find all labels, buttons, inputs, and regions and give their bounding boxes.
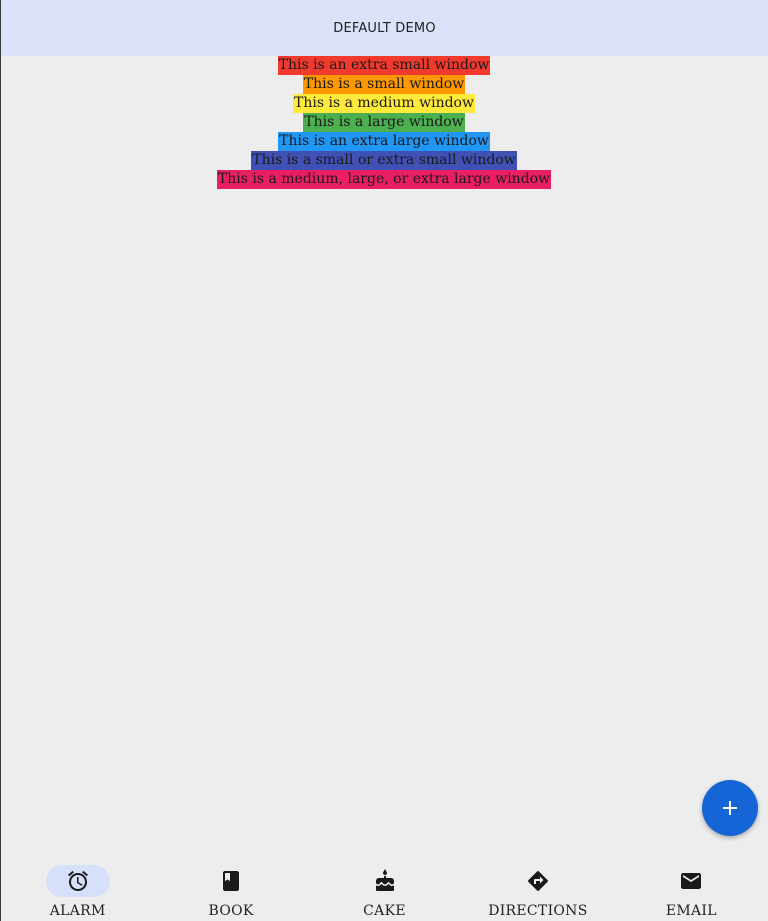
bottom-navigation: ALARM BOOK CAKE DIRECTIONS EMAIL <box>1 856 768 921</box>
window-size-lines: This is an extra small window This is a … <box>0 56 768 189</box>
nav-item-book[interactable]: BOOK <box>154 856 307 921</box>
app-bar: DEFAULT DEMO <box>1 0 768 56</box>
nav-label-email: EMAIL <box>665 903 717 919</box>
plus-icon <box>718 796 742 820</box>
window-line-medium-large-or-extra-large: This is a medium, large, or extra large … <box>216 170 552 189</box>
nav-item-alarm[interactable]: ALARM <box>1 856 154 921</box>
nav-item-email[interactable]: EMAIL <box>615 856 768 921</box>
window-line-medium: This is a medium window <box>293 94 475 113</box>
window-line-extra-small: This is an extra small window <box>277 56 491 75</box>
nav-active-indicator <box>45 865 110 897</box>
window-line-small-or-extra-small: This is a small or extra small window <box>251 151 517 170</box>
add-fab-button[interactable] <box>702 780 758 836</box>
nav-label-cake: CAKE <box>363 903 406 919</box>
window-line-small: This is a small window <box>302 75 466 94</box>
nav-item-cake[interactable]: CAKE <box>308 856 461 921</box>
cake-icon <box>373 869 397 893</box>
nav-item-directions[interactable]: DIRECTIONS <box>461 856 614 921</box>
nav-label-book: BOOK <box>208 903 254 919</box>
window-line-extra-large: This is an extra large window <box>278 132 490 151</box>
nav-label-directions: DIRECTIONS <box>488 903 588 919</box>
book-icon <box>219 869 243 893</box>
app-title: DEFAULT DEMO <box>333 20 436 36</box>
alarm-icon <box>66 869 90 893</box>
directions-icon <box>526 869 550 893</box>
email-icon <box>679 869 703 893</box>
window-line-large: This is a large window <box>303 113 465 132</box>
nav-label-alarm: ALARM <box>49 903 106 919</box>
